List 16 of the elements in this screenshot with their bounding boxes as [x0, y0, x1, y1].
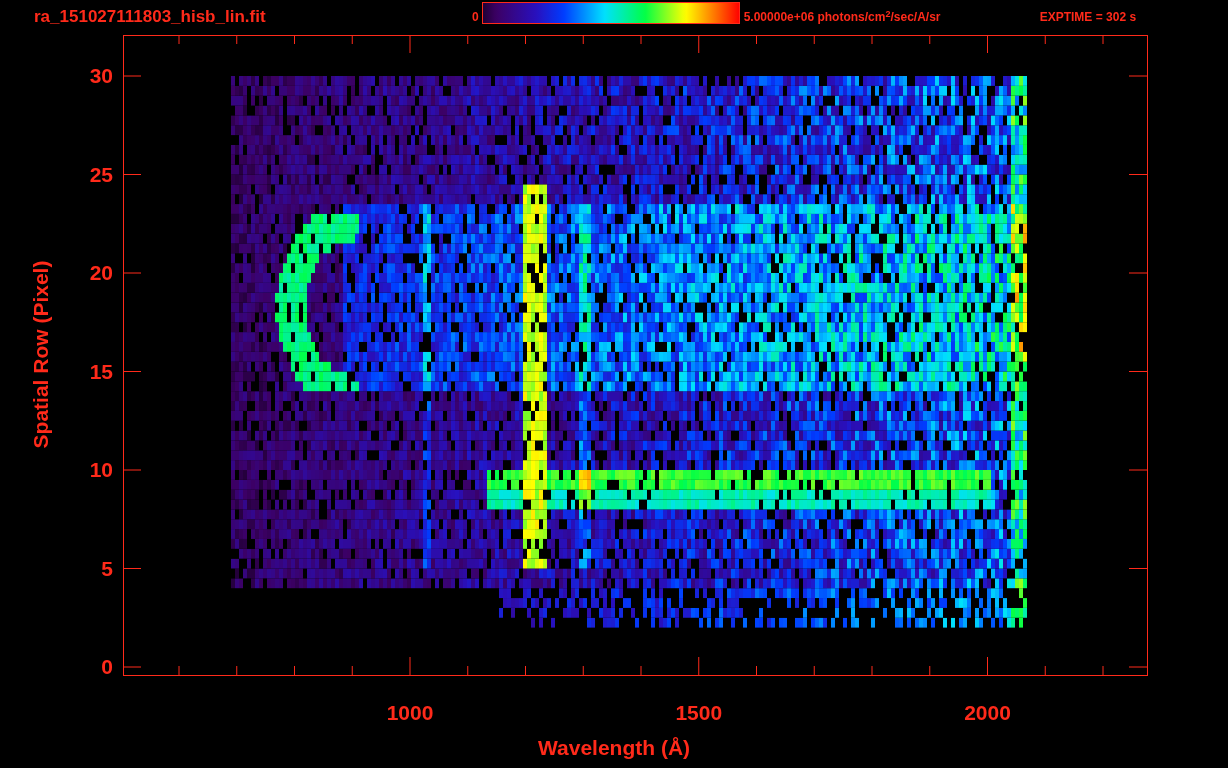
x-tick-label: 1500	[674, 702, 724, 723]
file-title: ra_151027111803_hisb_lin.fit	[34, 6, 267, 29]
y-tick-label: 25	[88, 163, 113, 185]
y-tick-label: 15	[88, 360, 113, 382]
colorbar-max-label: 5.00000e+06 photons/cm$^{2}$/sec/A/sr	[743, 8, 942, 26]
x-axis-label: Wavelength (Å)	[538, 737, 691, 758]
x-tick-label: 2000	[963, 702, 1012, 723]
y-tick-label: 0	[100, 656, 113, 677]
y-tick-label: 10	[88, 459, 113, 480]
colorbar-min-label: 0	[472, 9, 479, 26]
y-tick-label: 20	[88, 262, 113, 283]
y-tick-label: 5	[100, 557, 113, 579]
y-axis-label: Spatial Row (Pixel)	[29, 259, 51, 451]
y-tick-label: 30	[88, 65, 113, 86]
x-tick-label: 1000	[385, 702, 435, 723]
exposure-time: EXPTIME = 302 s	[1039, 9, 1137, 26]
